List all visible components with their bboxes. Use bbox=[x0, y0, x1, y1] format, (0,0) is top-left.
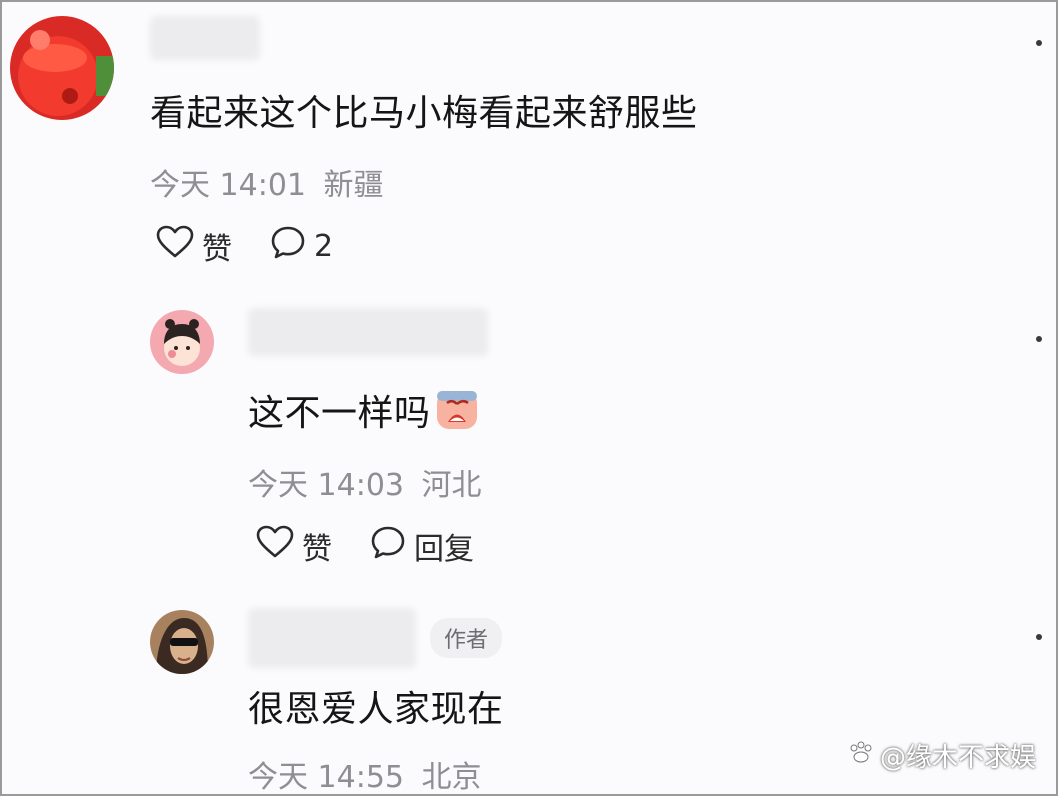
comment-thread: 看起来这个比马小梅看起来舒服些 今天 14:01 新疆 赞 2 这不一样吗 今天… bbox=[0, 0, 1058, 796]
username-blurred[interactable] bbox=[150, 16, 260, 60]
comment-location: 新疆 bbox=[323, 168, 384, 203]
more-dots-icon[interactable] bbox=[1036, 40, 1042, 46]
comment-text: 这不一样吗 bbox=[248, 384, 479, 440]
comment-actions: 赞 2 bbox=[156, 224, 371, 268]
reply-button[interactable]: 回复 bbox=[370, 524, 474, 568]
reply-count: 2 bbox=[314, 228, 334, 264]
speech-bubble-icon bbox=[370, 525, 414, 567]
author-badge: 作者 bbox=[430, 618, 503, 658]
comment-location: 北京 bbox=[421, 760, 482, 795]
like-label: 赞 bbox=[302, 532, 332, 567]
heart-outline-icon bbox=[256, 525, 302, 567]
paw-icon bbox=[848, 740, 874, 771]
reply-item: 这不一样吗 今天 14:03 河北 赞 回复 bbox=[2, 292, 1056, 592]
comment-meta: 今天 14:55 北京 bbox=[248, 752, 482, 795]
reply-button[interactable]: 2 bbox=[270, 225, 333, 267]
avatar[interactable] bbox=[10, 16, 114, 120]
comment-meta: 今天 14:01 新疆 bbox=[150, 160, 384, 204]
speech-bubble-icon bbox=[270, 225, 314, 267]
username-blurred[interactable] bbox=[248, 308, 488, 356]
comment-actions: 赞 回复 bbox=[256, 524, 512, 568]
more-dots-icon[interactable] bbox=[1036, 336, 1042, 342]
crying-face-icon bbox=[435, 389, 479, 440]
comment-meta: 今天 14:03 河北 bbox=[248, 460, 482, 504]
comment-time: 今天 14:55 bbox=[248, 760, 404, 795]
avatar[interactable] bbox=[150, 310, 214, 374]
reply-label: 回复 bbox=[414, 532, 474, 567]
comment-time: 今天 14:01 bbox=[150, 168, 306, 203]
username-blurred[interactable] bbox=[248, 608, 416, 668]
watermark-text: @缘木不求娱 bbox=[879, 743, 1036, 773]
comment-time: 今天 14:03 bbox=[248, 468, 404, 503]
comment-text: 很恩爱人家现在 bbox=[248, 689, 504, 730]
comment-item: 看起来这个比马小梅看起来舒服些 今天 14:01 新疆 赞 2 bbox=[2, 2, 1056, 282]
avatar[interactable] bbox=[150, 610, 214, 674]
like-button[interactable]: 赞 bbox=[256, 524, 332, 568]
watermark: @缘木不求娱 bbox=[848, 737, 1036, 774]
heart-outline-icon bbox=[156, 225, 202, 267]
like-button[interactable]: 赞 bbox=[156, 224, 232, 268]
comment-text: 看起来这个比马小梅看起来舒服些 bbox=[150, 93, 698, 134]
like-label: 赞 bbox=[202, 232, 232, 267]
more-dots-icon[interactable] bbox=[1036, 634, 1042, 640]
comment-location: 河北 bbox=[421, 468, 482, 503]
